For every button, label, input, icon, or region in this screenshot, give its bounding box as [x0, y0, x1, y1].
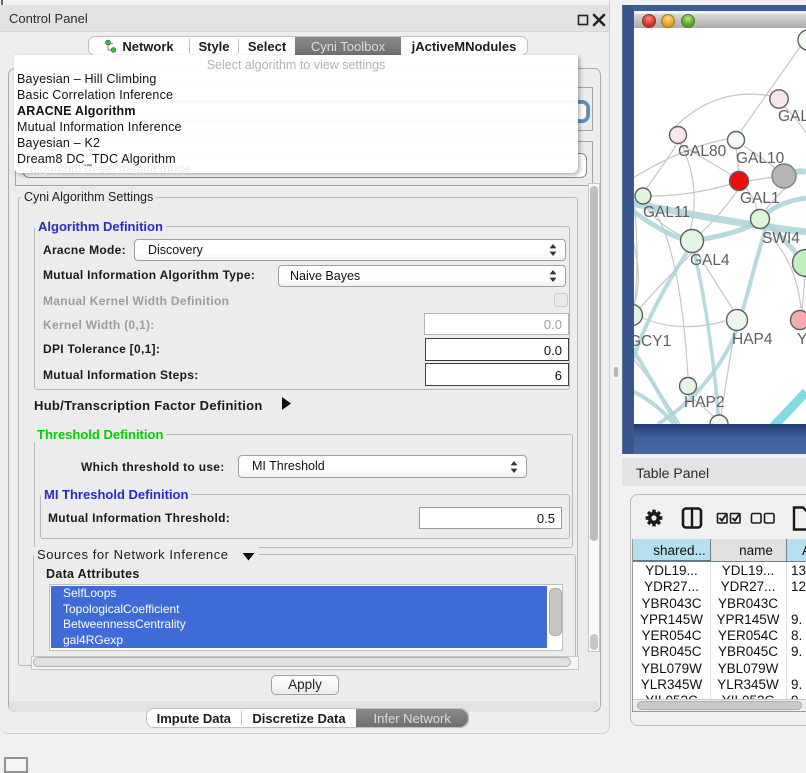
svg-text:GCY1: GCY1 — [634, 333, 671, 350]
svg-text:GAL7: GAL7 — [778, 108, 806, 125]
svg-text:GAL10: GAL10 — [736, 150, 785, 167]
svg-text:HAP4: HAP4 — [732, 331, 773, 348]
svg-text:GAL4: GAL4 — [690, 252, 730, 269]
svg-text:SWI4: SWI4 — [762, 230, 800, 247]
svg-text:GAL11: GAL11 — [643, 204, 690, 221]
svg-text:HAP2: HAP2 — [684, 394, 725, 411]
svg-text:GAL80: GAL80 — [678, 143, 727, 160]
svg-text:Y: Y — [797, 331, 806, 348]
svg-text:GAL1: GAL1 — [740, 190, 780, 207]
